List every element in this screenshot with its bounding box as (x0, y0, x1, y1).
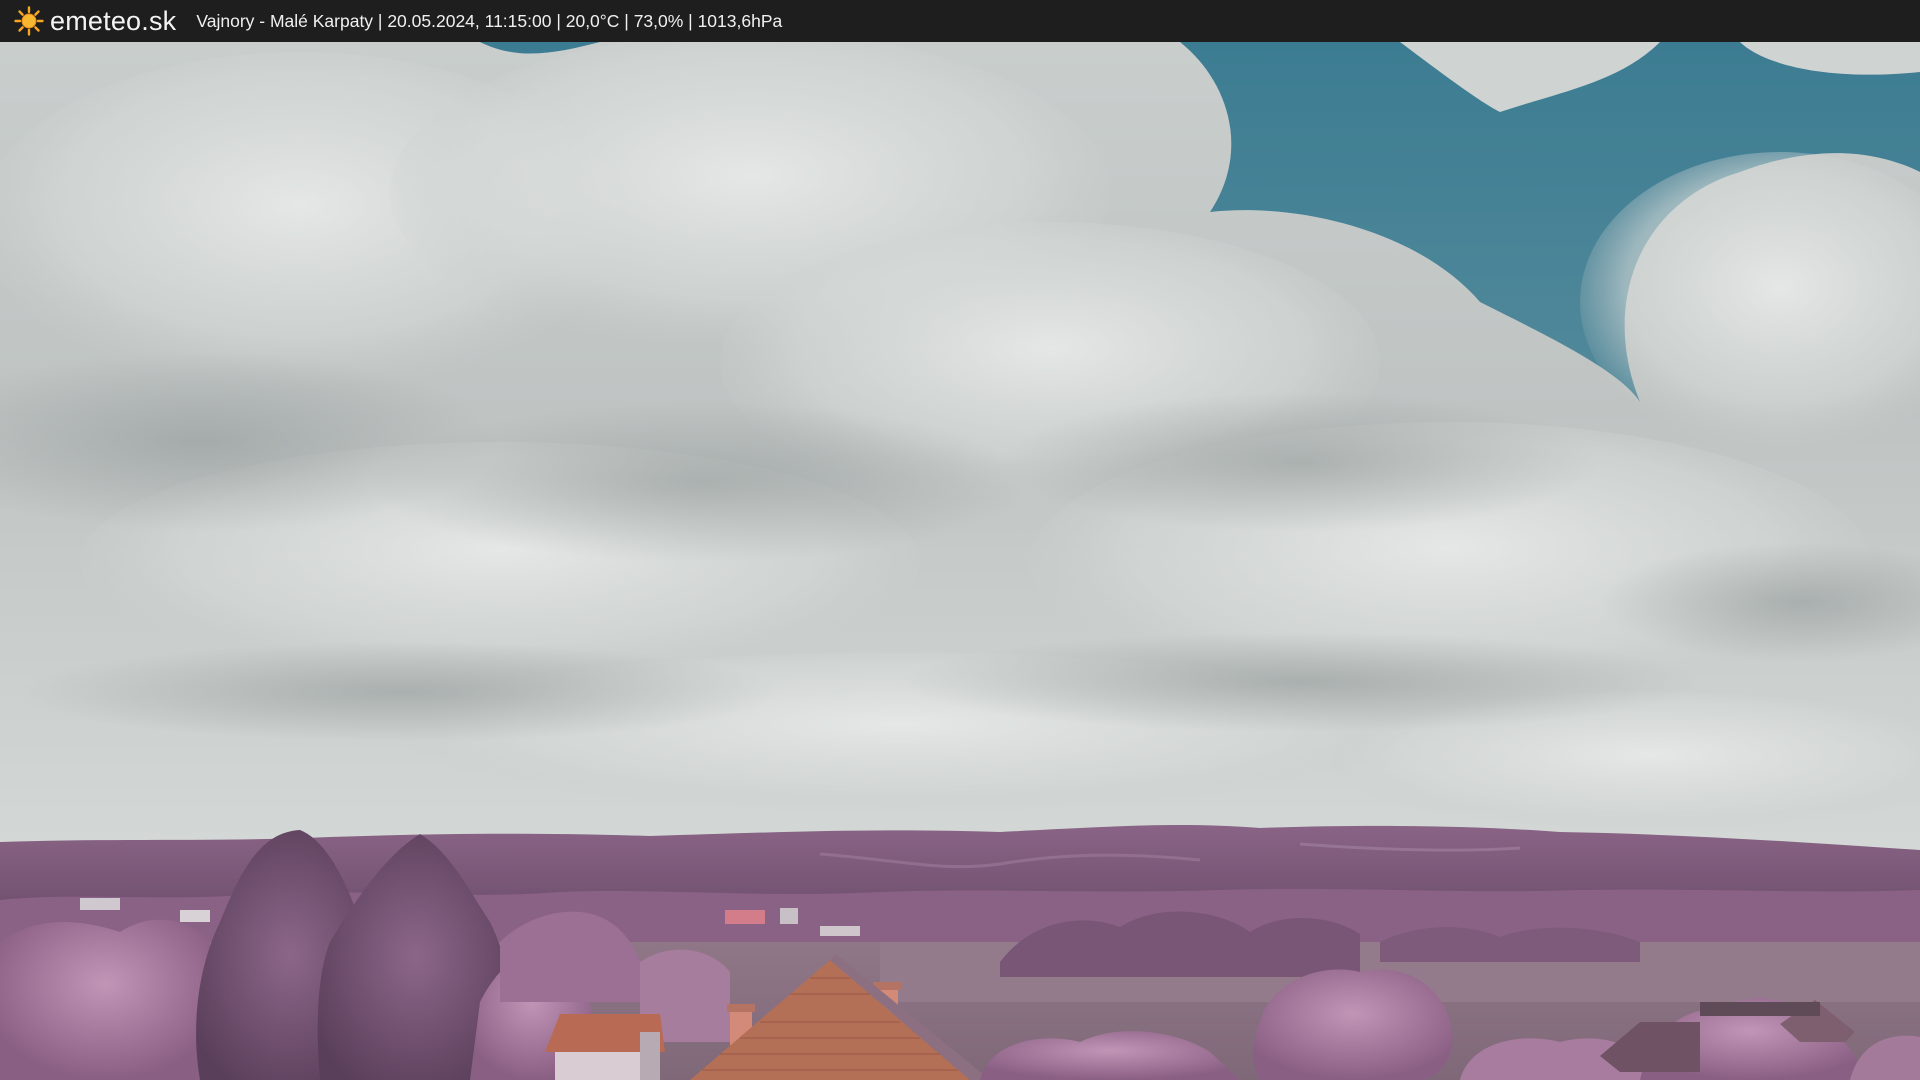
house-left (545, 1014, 665, 1080)
sun-icon (14, 6, 44, 36)
webcam-frame: emeteo.sk Vajnory - Malé Karpaty | 20.05… (0, 0, 1920, 1080)
trees-left (0, 919, 210, 1080)
webcam-image (0, 42, 1920, 1080)
site-name: emeteo.sk (50, 5, 177, 36)
site-logo[interactable]: emeteo.sk (14, 0, 196, 42)
title-bar: emeteo.sk Vajnory - Malé Karpaty | 20.05… (0, 0, 1920, 42)
weather-caption: Vajnory - Malé Karpaty | 20.05.2024, 11:… (196, 10, 783, 31)
